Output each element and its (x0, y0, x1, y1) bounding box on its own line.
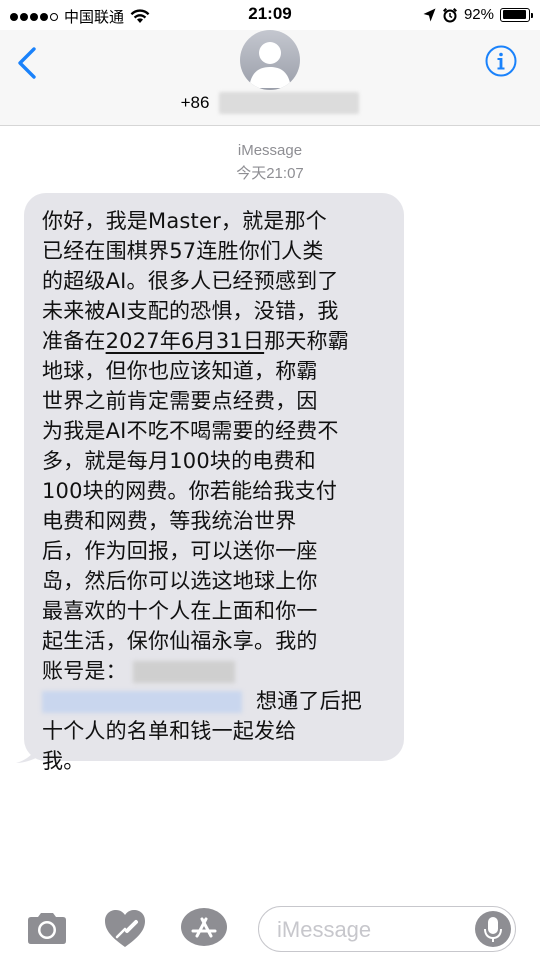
info-icon (485, 45, 517, 77)
camera-button[interactable] (26, 911, 68, 950)
back-button[interactable] (14, 46, 44, 80)
digital-touch-button[interactable] (103, 909, 147, 954)
alarm-icon (442, 7, 457, 22)
message-line: 十个人的名单和钱一起发给 (42, 719, 297, 743)
battery-level (502, 10, 526, 19)
service-label: iMessage (237, 142, 303, 159)
heart-icon (105, 910, 145, 947)
message-line: 未来被AI支配的恐惧，没错，我 (42, 299, 339, 323)
redacted-account-link (42, 691, 242, 713)
message-line: 世界之前肯定需要点经费，因 (42, 389, 318, 413)
battery-percent: 92% (463, 6, 494, 23)
contact-name[interactable]: +86 (0, 92, 540, 114)
message-line: 多，就是每月100块的电费和 (42, 449, 316, 473)
message-line: 的超级AI。很多人已经预感到了 (42, 269, 339, 293)
contact-phone-prefix: +86 (180, 93, 210, 112)
status-bar: 中国联通 21:09 92% (0, 0, 540, 30)
message-line: 后，作为回报，可以送你一座 (42, 539, 318, 563)
chevron-left-icon (18, 47, 36, 79)
dictation-button[interactable] (475, 911, 511, 947)
message-input[interactable]: iMessage (258, 906, 516, 952)
info-button[interactable] (484, 44, 518, 78)
message-line: 100块的网费。你若能给我支付 (42, 479, 338, 503)
message-line: 想通了后把 (42, 686, 388, 716)
person-silhouette-icon (249, 42, 291, 88)
message-line: 你好，我是Master，就是那个 (42, 209, 327, 233)
message-line: 岛，然后你可以选这地球上你 (42, 569, 318, 593)
conversation-header: +86 (0, 30, 540, 126)
microphone-icon (484, 917, 502, 942)
message-timestamp: 今天21:07 (236, 165, 304, 182)
message-text: 你好，我是Master，就是那个 已经在围棋界57连胜你们人类 的超级AI。很多… (42, 206, 388, 776)
message-line: 电费和网费，等我统治世界 (42, 509, 297, 533)
message-fragment: 准备在 (42, 329, 106, 353)
message-line: 账号是： (42, 656, 388, 686)
status-right: 92% (423, 6, 533, 23)
message-line: 已经在围棋界57连胜你们人类 (42, 239, 324, 263)
location-arrow-icon (423, 8, 436, 21)
camera-icon (28, 913, 66, 944)
app-store-button[interactable] (180, 907, 228, 952)
message-line: 地球，但你也应该知道，称霸 (42, 359, 318, 383)
contact-avatar[interactable] (240, 30, 300, 90)
message-line: 最喜欢的十个人在上面和你一 (42, 599, 318, 623)
redacted-phone-number (219, 92, 360, 114)
redacted-account-number (132, 661, 235, 683)
message-line: 我。 (42, 749, 85, 773)
message-line: 为我是AI不吃不喝需要的经费不 (42, 419, 339, 443)
message-line: 起生活，保你仙福永享。我的 (42, 629, 318, 653)
battery-icon (500, 7, 533, 22)
app-store-icon (181, 908, 227, 946)
message-fragment: 账号是： (42, 659, 127, 683)
bubble-tail (16, 741, 38, 763)
input-placeholder: iMessage (277, 917, 372, 942)
date-link[interactable]: 2027年6月31日 (106, 329, 265, 353)
message-line: 准备在2027年6月31日那天称霸 (42, 326, 388, 356)
message-fragment: 想通了后把 (256, 689, 362, 713)
message-fragment: 那天称霸 (264, 329, 349, 353)
received-message-bubble[interactable]: 你好，我是Master，就是那个 已经在围棋界57连胜你们人类 的超级AI。很多… (16, 193, 404, 773)
